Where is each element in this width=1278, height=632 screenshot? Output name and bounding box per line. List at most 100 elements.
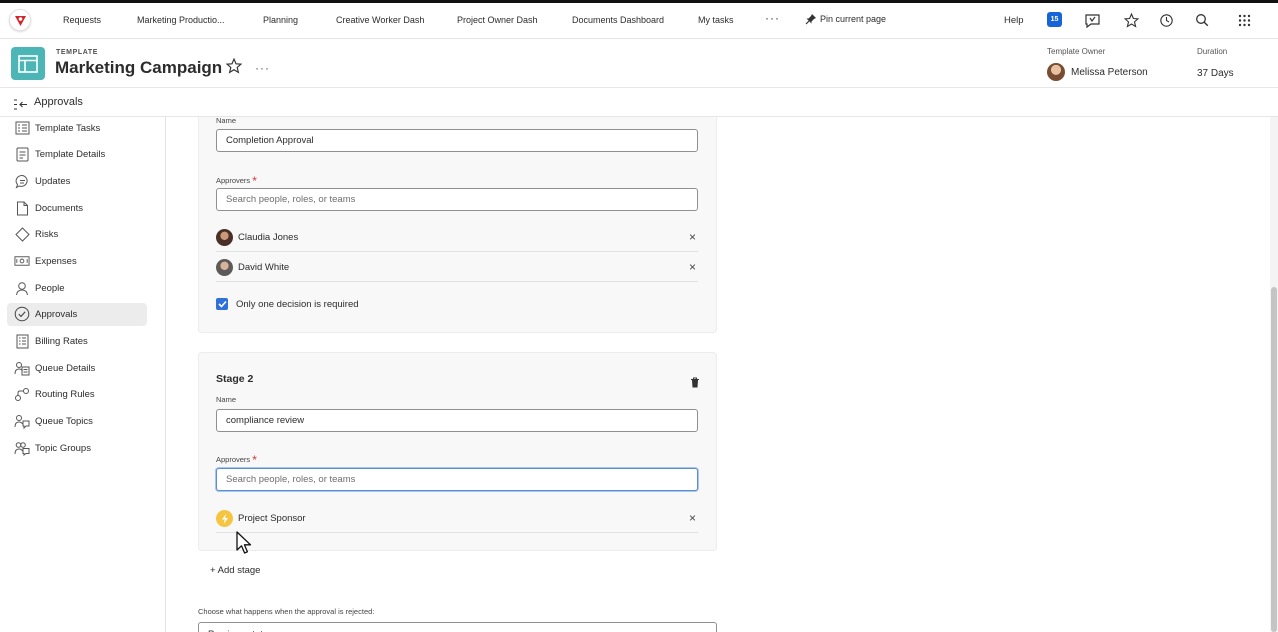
collapse-sidebar-icon[interactable]: [13, 97, 28, 115]
notifications-badge[interactable]: 15: [1047, 12, 1062, 27]
approver-name: Project Sponsor: [238, 513, 306, 524]
required-asterisk: *: [252, 174, 257, 188]
sidebar-item-topic-groups[interactable]: Topic Groups: [7, 437, 147, 460]
stage-2-name-label: Name: [216, 395, 237, 404]
owner-avatar[interactable]: [1047, 63, 1065, 81]
details-icon: [14, 146, 30, 162]
stage-1-approvers-search-input[interactable]: Search people, roles, or teams: [216, 188, 698, 211]
scrollbar-thumb[interactable]: [1271, 287, 1277, 632]
sidebar-item-label: Expenses: [35, 256, 77, 267]
approver-row: Claudia Jones ×: [216, 222, 698, 252]
duration-value: 37 Days: [1197, 68, 1234, 79]
favorites-star-icon[interactable]: [1122, 11, 1140, 29]
stage-1-card: Name Completion Approval Approvers * Sear…: [198, 117, 717, 333]
sidebar-item-label: Approvals: [35, 309, 78, 320]
sidebar-item-documents[interactable]: Documents: [7, 197, 147, 220]
sidebar-item-billing-rates[interactable]: Billing Rates: [7, 330, 147, 353]
announcements-icon[interactable]: [1083, 11, 1101, 29]
approver-name: Claudia Jones: [238, 232, 299, 243]
sidebar-item-label: Queue Details: [35, 363, 96, 374]
sidebar-item-template-details[interactable]: Template Details: [7, 143, 147, 166]
role-lightning-icon: [216, 510, 233, 527]
stage-2-approvers-search-input[interactable]: Search people, roles, or teams: [216, 468, 698, 491]
sidebar-item-template-tasks[interactable]: Template Tasks: [7, 117, 147, 140]
sidebar-item-risks[interactable]: Risks: [7, 223, 147, 246]
routing-icon: [14, 386, 30, 402]
sidebar-item-expenses[interactable]: Expenses: [7, 250, 147, 273]
top-navigation: Requests Marketing Productio... Planning…: [0, 3, 1278, 39]
sidebar-item-approvals[interactable]: Approvals: [7, 303, 147, 326]
nav-item-marketing-production[interactable]: Marketing Productio...: [137, 15, 225, 25]
approvals-content: Name Completion Approval Approvers * Sear…: [166, 117, 1252, 632]
recents-clock-icon[interactable]: [1157, 11, 1175, 29]
sidebar-item-label: Updates: [35, 176, 71, 187]
billing-icon: [14, 333, 30, 349]
queue-topics-icon: [14, 413, 30, 429]
sidebar-item-label: Billing Rates: [35, 336, 88, 347]
sidebar-item-label: Documents: [35, 203, 84, 214]
check-circle-icon: [14, 306, 30, 322]
sidebar-item-people[interactable]: People: [7, 277, 147, 300]
chat-bubble-icon: [14, 173, 30, 189]
sidebar-item-queue-details[interactable]: Queue Details: [7, 357, 147, 380]
approvers-label-text: Approvers: [216, 176, 251, 185]
approver-name: David White: [238, 262, 290, 273]
stage-1-name-label: Name: [216, 117, 237, 125]
search-icon[interactable]: [1193, 11, 1211, 29]
sidebar-item-queue-topics[interactable]: Queue Topics: [7, 410, 147, 433]
owner-name[interactable]: Melissa Peterson: [1071, 67, 1148, 78]
one-decision-label[interactable]: Only one decision is required: [236, 299, 359, 310]
sidebar-item-updates[interactable]: Updates: [7, 170, 147, 193]
page-title: Marketing Campaign: [55, 58, 223, 77]
template-owner-label: Template Owner: [1047, 47, 1106, 56]
main-scrollbar[interactable]: [1270, 117, 1278, 632]
pin-label: Pin current page: [820, 14, 887, 24]
sidebar-item-label: Routing Rules: [35, 389, 95, 400]
topic-groups-icon: [14, 440, 30, 456]
nav-more-button[interactable]: ···: [765, 11, 780, 25]
mouse-cursor-icon: [236, 531, 252, 560]
approver-row: Project Sponsor ×: [216, 503, 698, 533]
remove-approver-close-icon[interactable]: ×: [689, 260, 696, 274]
sidebar: Template Tasks Template Details Updates …: [0, 117, 166, 632]
nav-item-requests[interactable]: Requests: [63, 15, 101, 25]
one-decision-checkbox[interactable]: [216, 298, 228, 310]
template-header: TEMPLATE Marketing Campaign ··· Template…: [0, 40, 1278, 88]
section-bar: Approvals: [0, 89, 1278, 117]
sidebar-item-label: People: [35, 283, 65, 294]
sidebar-item-label: Topic Groups: [35, 443, 91, 454]
nav-item-my-tasks[interactable]: My tasks: [698, 15, 734, 25]
sidebar-item-routing-rules[interactable]: Routing Rules: [7, 383, 147, 406]
add-stage-button[interactable]: + Add stage: [210, 565, 260, 576]
pin-current-page-button[interactable]: Pin current page: [805, 13, 886, 25]
object-type-label: TEMPLATE: [56, 49, 99, 56]
nav-item-planning[interactable]: Planning: [263, 15, 298, 25]
sidebar-item-label: Template Details: [35, 149, 106, 160]
stage-1-name-input[interactable]: Completion Approval: [216, 129, 698, 152]
nav-item-project-owner-dash[interactable]: Project Owner Dash: [457, 15, 538, 25]
help-button[interactable]: Help: [1004, 15, 1024, 26]
remove-approver-close-icon[interactable]: ×: [689, 511, 696, 525]
stage-2-title: Stage 2: [216, 373, 254, 385]
delete-stage-trash-icon[interactable]: [690, 375, 700, 393]
remove-approver-close-icon[interactable]: ×: [689, 230, 696, 244]
favorite-star-icon[interactable]: [225, 57, 243, 79]
rejection-action-select[interactable]: Previous status: [198, 622, 717, 632]
rejection-action-label: Choose what happens when the approval is…: [198, 607, 375, 616]
task-list-icon: [14, 120, 30, 136]
person-icon: [14, 280, 30, 296]
stage-2-approvers-label: Approvers *: [216, 451, 257, 467]
approver-avatar: [216, 229, 233, 246]
pin-icon: [805, 14, 816, 25]
workfront-logo-icon[interactable]: [9, 9, 31, 31]
stage-2-name-input[interactable]: compliance review: [216, 409, 698, 432]
more-actions-button[interactable]: ···: [255, 61, 270, 75]
nav-item-documents-dashboard[interactable]: Documents Dashboard: [572, 15, 664, 25]
checkmark-icon: [217, 300, 227, 308]
required-asterisk: *: [252, 453, 257, 467]
sidebar-item-label: Template Tasks: [35, 123, 101, 134]
app-grid-icon[interactable]: [1235, 11, 1253, 29]
queue-icon: [14, 360, 30, 376]
approver-row: David White ×: [216, 252, 698, 282]
nav-item-creative-worker-dash[interactable]: Creative Worker Dash: [336, 15, 424, 25]
